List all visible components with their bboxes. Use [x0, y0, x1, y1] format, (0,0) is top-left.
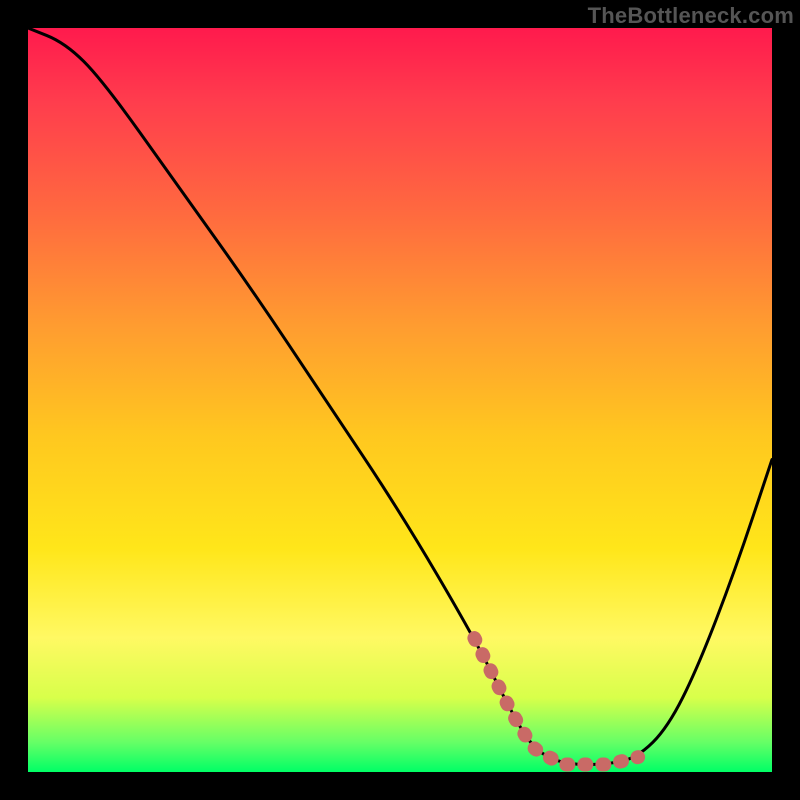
trough-dots: [474, 638, 638, 764]
bottleneck-curve: [28, 28, 772, 765]
chart-plot-area: [28, 28, 772, 772]
watermark-text: TheBottleneck.com: [588, 3, 794, 29]
chart-svg: [28, 28, 772, 772]
